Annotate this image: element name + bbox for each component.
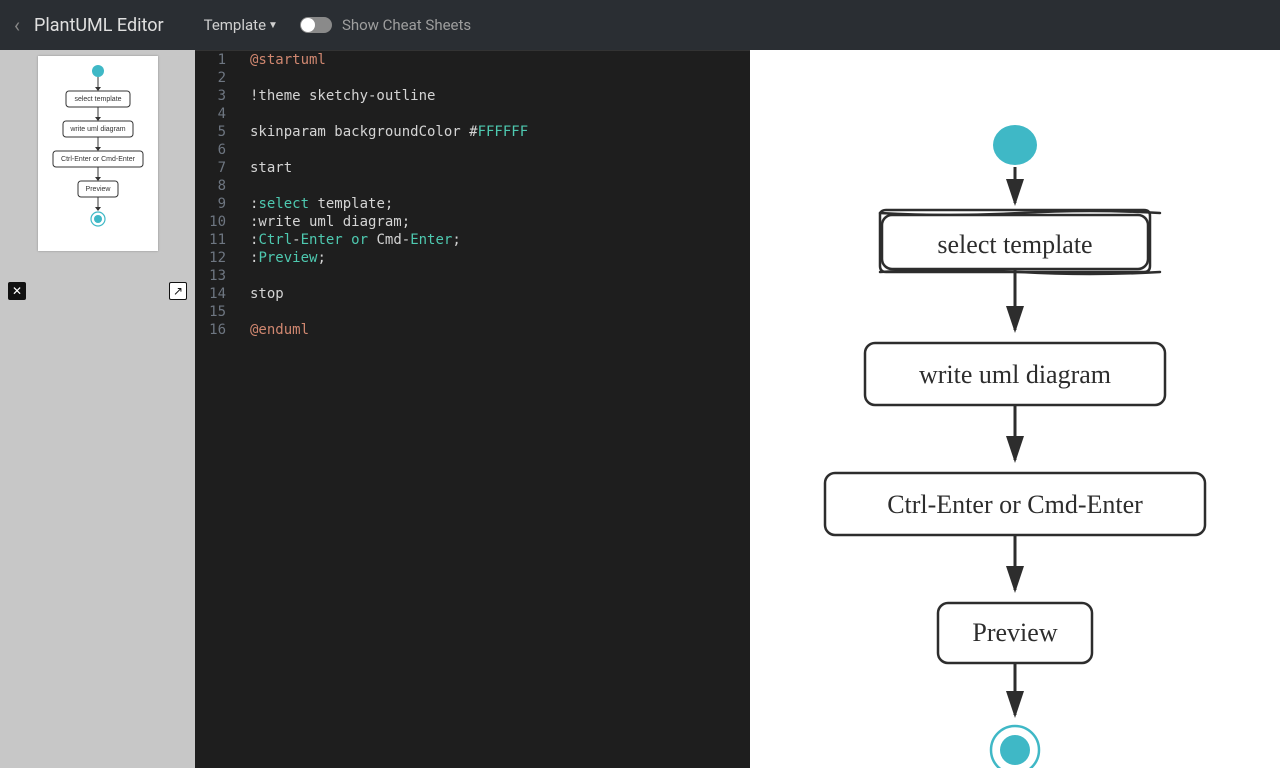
- svg-text:write uml diagram: write uml diagram: [69, 126, 125, 133]
- close-icon[interactable]: ✕: [8, 282, 26, 300]
- svg-text:Preview: Preview: [972, 618, 1057, 647]
- cheat-sheets-label: Show Cheat Sheets: [342, 16, 471, 34]
- svg-text:select template: select template: [937, 230, 1092, 259]
- header-bar: ‹ PlantUML Editor Template ▼ Show Cheat …: [0, 0, 1280, 50]
- svg-text:select template: select template: [74, 96, 121, 103]
- svg-text:write uml diagram: write uml diagram: [919, 360, 1111, 389]
- thumbnail-sidebar: select template write uml diagram Ctrl-E…: [0, 50, 195, 768]
- template-dropdown[interactable]: Template ▼: [204, 16, 278, 34]
- chevron-down-icon: ▼: [268, 20, 278, 31]
- back-icon[interactable]: ‹: [14, 13, 20, 37]
- diagram-preview[interactable]: select template write uml diagram Ctrl-E…: [750, 50, 1280, 768]
- main-area: select template write uml diagram Ctrl-E…: [0, 50, 1280, 768]
- app-title: PlantUML Editor: [34, 15, 164, 36]
- code-content[interactable]: @startuml!theme sketchy-outlineskinparam…: [240, 51, 750, 768]
- line-gutter: 12345678910111213141516: [195, 51, 240, 768]
- svg-text:Preview: Preview: [85, 186, 111, 193]
- cheat-sheets-toggle[interactable]: [300, 17, 332, 33]
- toggle-knob: [301, 18, 315, 32]
- expand-icon[interactable]: ↗: [169, 282, 187, 300]
- svg-text:Ctrl-Enter or Cmd-Enter: Ctrl-Enter or Cmd-Enter: [61, 156, 136, 163]
- diagram-thumbnail[interactable]: select template write uml diagram Ctrl-E…: [38, 56, 158, 251]
- svg-text:Ctrl-Enter or Cmd-Enter: Ctrl-Enter or Cmd-Enter: [887, 490, 1143, 519]
- code-editor[interactable]: 12345678910111213141516 @startuml!theme …: [195, 50, 750, 768]
- template-dropdown-label: Template: [204, 16, 266, 34]
